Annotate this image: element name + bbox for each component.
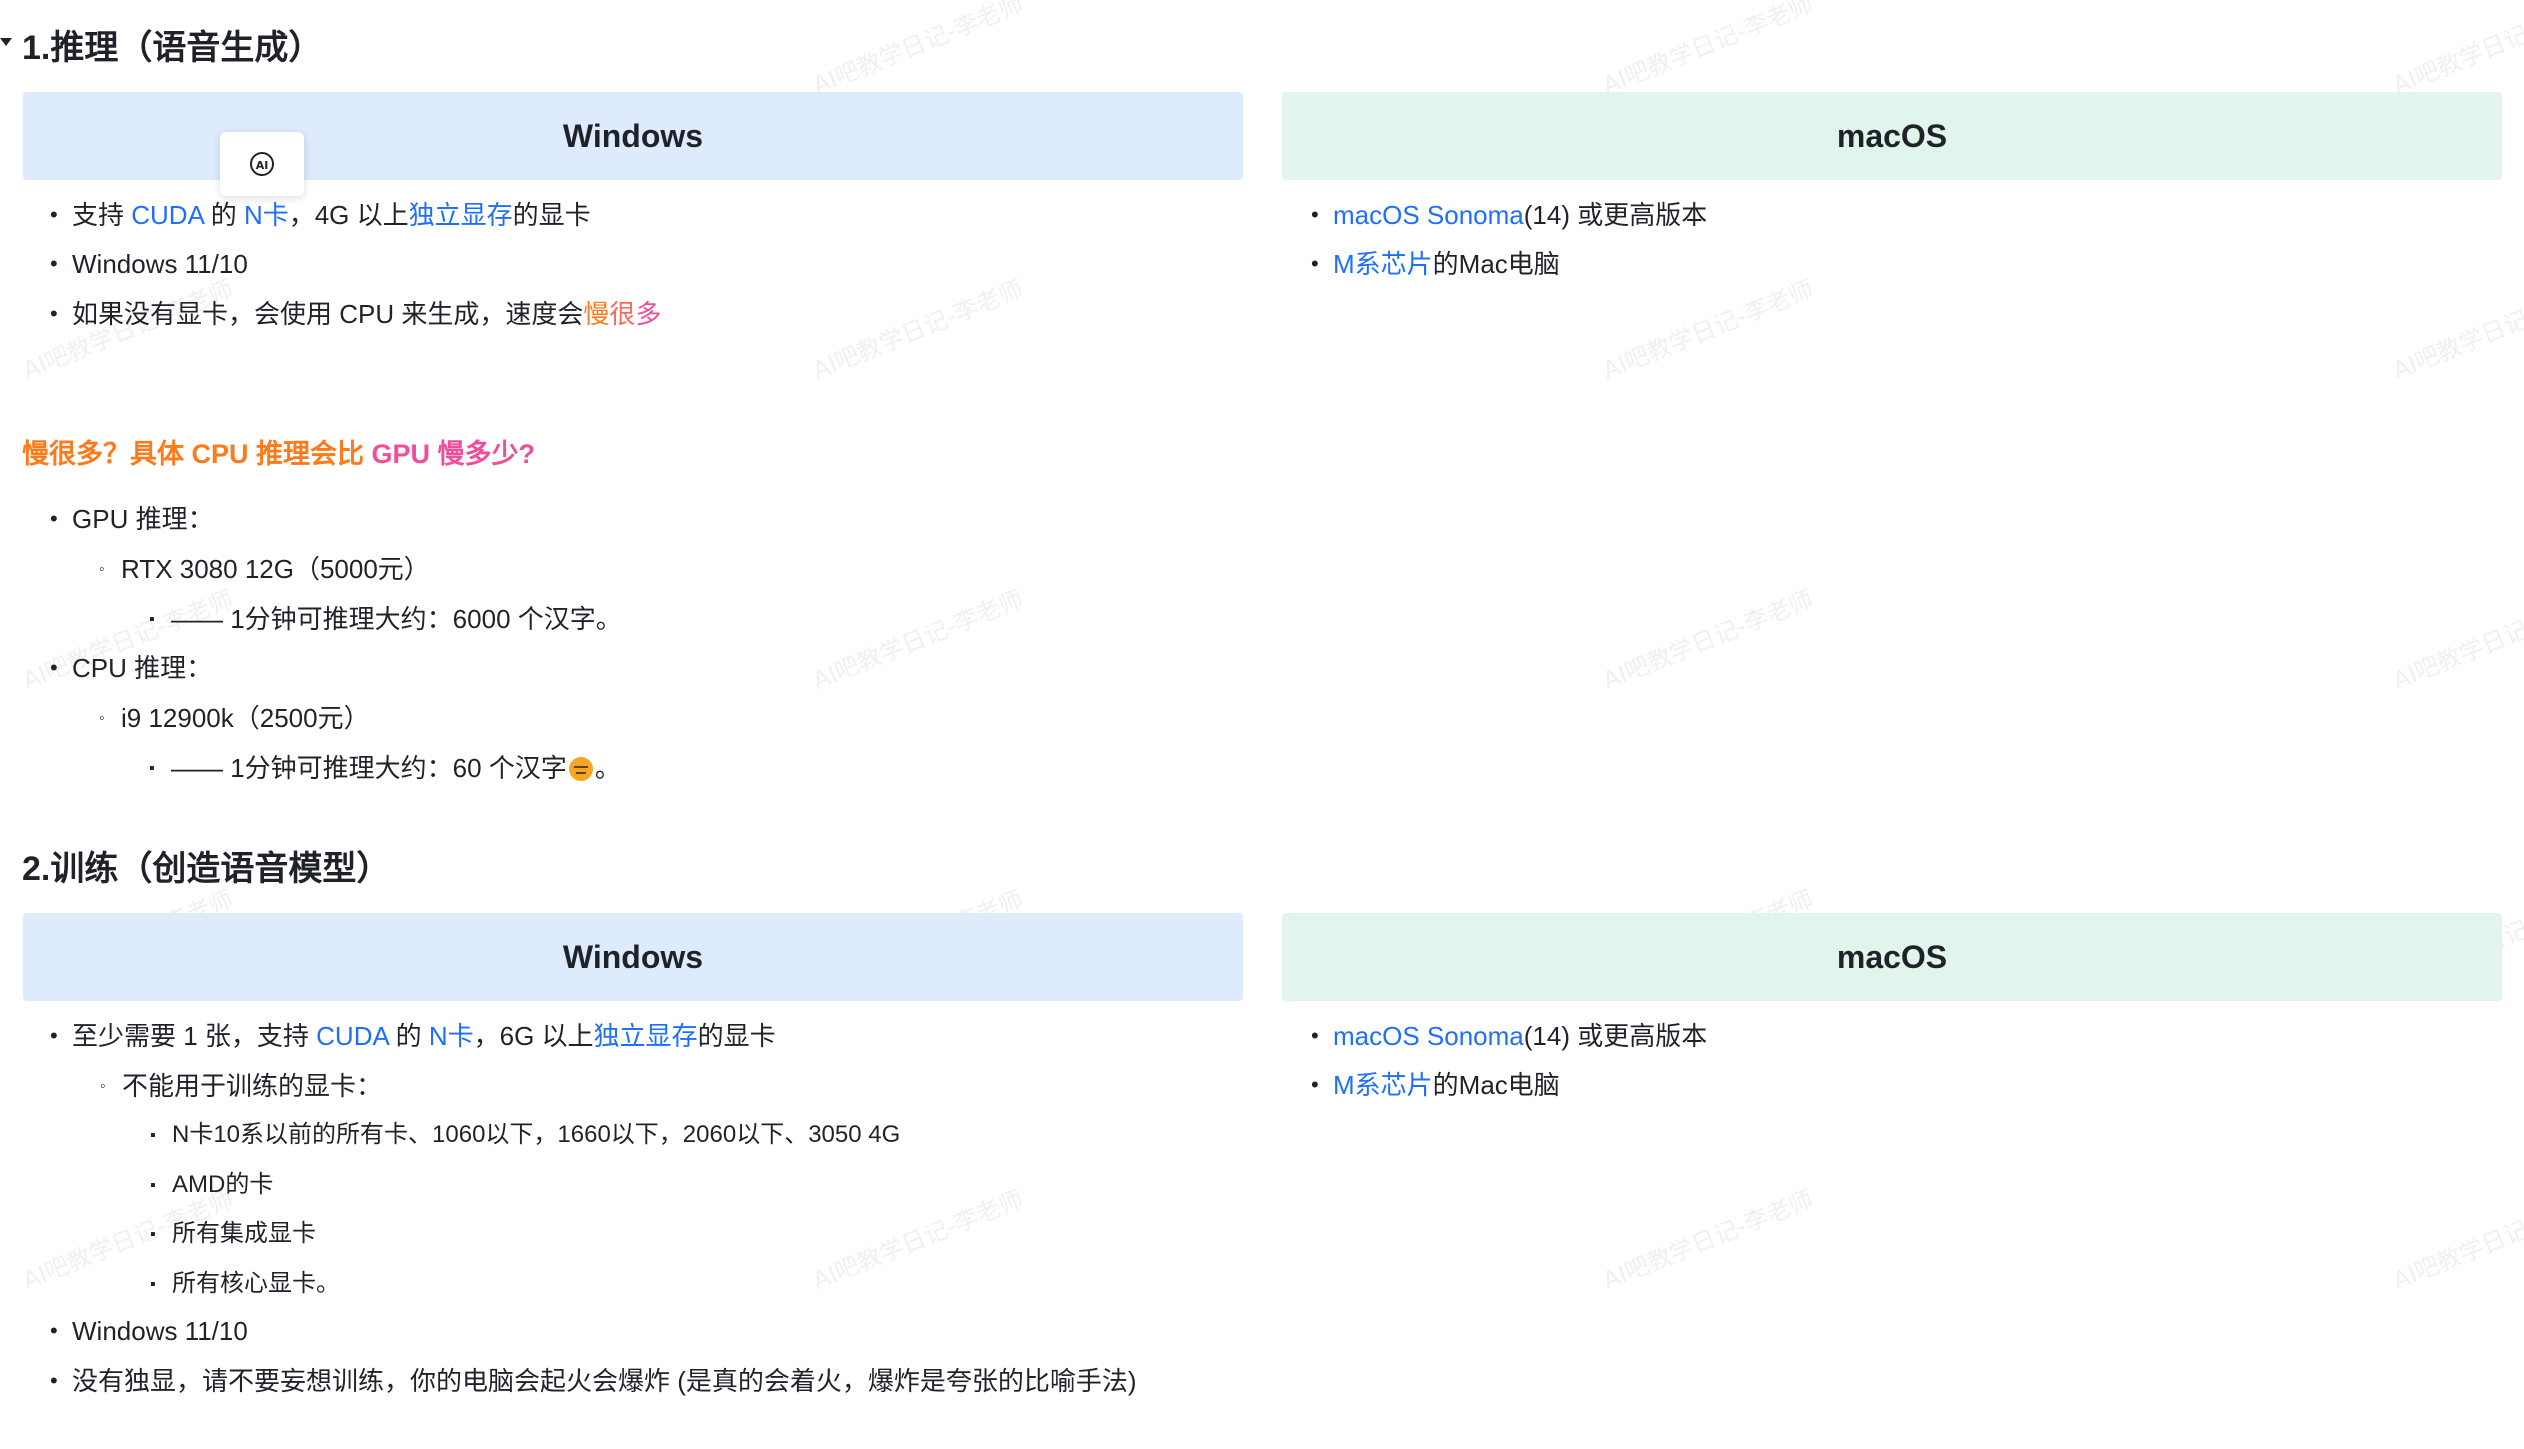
macos-column-header: macOS xyxy=(1282,92,2502,180)
watermark: AI吧教学日记-李老师 xyxy=(808,0,1028,100)
list-item: ▪ N卡10系以前的所有卡、1060以下，1660以下，2060以下、3050 … xyxy=(150,1121,901,1148)
list-item: ◦ RTX 3080 12G（5000元） xyxy=(99,554,430,584)
list-item: ▪ 所有核心显卡。 xyxy=(150,1270,340,1297)
performance-question: 慢很多？具体 CPU 推理会比 GPU 慢多少? xyxy=(22,439,536,469)
list-item: • Windows 11/10 xyxy=(50,1316,248,1346)
windows-column-header: Windows xyxy=(23,92,1243,180)
macos-sonoma-link[interactable]: macOS Sonoma xyxy=(1333,1021,1524,1051)
nvidia-card-link[interactable]: N卡 xyxy=(429,1021,474,1051)
watermark: AI吧教学日记-李老师 xyxy=(2388,584,2524,695)
watermark: AI吧教学日记-李老师 xyxy=(1598,0,1818,100)
ai-assistant-button[interactable]: AI xyxy=(220,132,304,196)
watermark: AI吧教学日记-李老师 xyxy=(808,274,1028,385)
watermark: AI吧教学日记-李老师 xyxy=(1598,1184,1818,1295)
list-item: ▪ —— 1分钟可推理大约：60 个汉字。 xyxy=(149,753,621,783)
list-item: • macOS Sonoma(14) 或更高版本 xyxy=(1311,1021,1708,1051)
list-item: • macOS Sonoma(14) 或更高版本 xyxy=(1311,200,1708,230)
windows-header-label: Windows xyxy=(562,117,704,154)
cuda-link[interactable]: CUDA xyxy=(131,200,203,230)
dedicated-vram-link[interactable]: 独立显存 xyxy=(594,1021,698,1051)
watermark: AI吧教学日记-李老师 xyxy=(1598,584,1818,695)
list-item: • Windows 11/10 xyxy=(50,249,248,279)
section-2-title: 2.训练（创造语音模型） xyxy=(22,850,391,888)
watermark: AI吧教学日记-李老师 xyxy=(808,584,1028,695)
list-item: ▪ 所有集成显卡 xyxy=(150,1220,316,1247)
list-item: • 如果没有显卡，会使用 CPU 来生成，速度会慢很多 xyxy=(50,299,662,329)
cuda-link[interactable]: CUDA xyxy=(316,1021,388,1051)
apple-silicon-link[interactable]: M系芯片 xyxy=(1333,1070,1433,1100)
list-item: • CPU 推理： xyxy=(50,653,213,683)
ai-circle-icon: AI xyxy=(250,152,274,176)
watermark: AI吧教学日记-李老师 xyxy=(2388,0,2524,100)
list-item: • M系芯片的Mac电脑 xyxy=(1311,249,1560,279)
list-item: ▪ —— 1分钟可推理大约：6000 个汉字。 xyxy=(149,604,622,634)
dedicated-vram-link[interactable]: 独立显存 xyxy=(409,200,513,230)
list-item: • 支持 CUDA 的 N卡，4G 以上独立显存的显卡 xyxy=(50,200,591,230)
list-item: ◦ i9 12900k（2500元） xyxy=(99,703,370,733)
nvidia-card-link[interactable]: N卡 xyxy=(244,200,289,230)
macos-column-header: macOS xyxy=(1282,913,2502,1001)
watermark: AI吧教学日记-李老师 xyxy=(1598,274,1818,385)
triangle-down-icon[interactable] xyxy=(0,38,12,46)
watermark: AI吧教学日记-李老师 xyxy=(2388,274,2524,385)
section-1-title: 1.推理（语音生成） xyxy=(22,29,323,67)
windows-header-label: Windows xyxy=(562,938,704,975)
watermark: AI吧教学日记-李老师 xyxy=(2388,1184,2524,1295)
svg-text:AI: AI xyxy=(256,159,269,172)
list-item: ◦ 不能用于训练的显卡： xyxy=(100,1071,383,1101)
list-item: • 至少需要 1 张，支持 CUDA 的 N卡，6G 以上独立显存的显卡 xyxy=(50,1021,776,1051)
macos-header-label: macOS xyxy=(1836,117,1948,154)
list-item: ▪ AMD的卡 xyxy=(150,1171,274,1198)
apple-silicon-link[interactable]: M系芯片 xyxy=(1333,249,1433,279)
watermark: AI吧教学日记-李老师 xyxy=(808,1184,1028,1295)
list-item: • 没有独显，请不要妄想训练，你的电脑会起火会爆炸 (是真的会着火，爆炸是夸张的… xyxy=(50,1366,1137,1396)
list-item: • GPU 推理： xyxy=(50,504,214,534)
list-item: • M系芯片的Mac电脑 xyxy=(1311,1070,1560,1100)
macos-header-label: macOS xyxy=(1836,938,1948,975)
windows-column-header: Windows xyxy=(23,913,1243,1001)
macos-sonoma-link[interactable]: macOS Sonoma xyxy=(1333,200,1524,230)
expressionless-face-emoji xyxy=(568,757,593,781)
